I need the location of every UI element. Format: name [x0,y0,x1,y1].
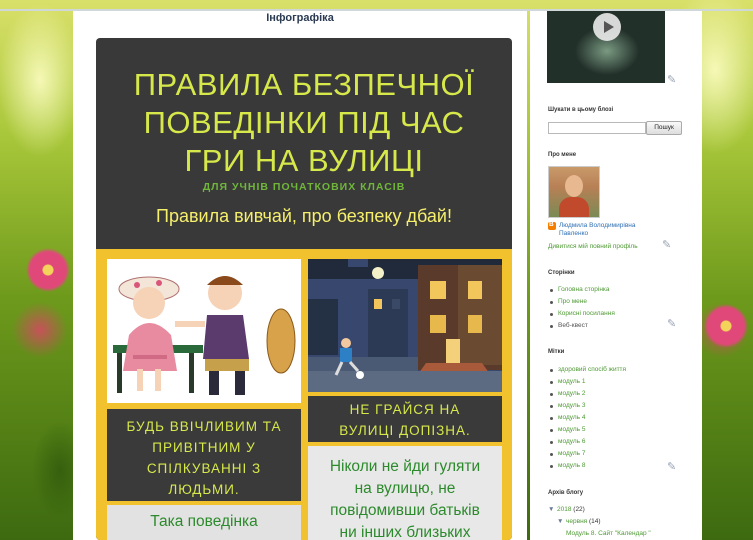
flower-decoration [18,240,78,300]
infographic: ПРАВИЛА БЕЗПЕЧНОЇ ПОВЕДІНКИ ПІД ЧАС ГРИ … [96,38,512,540]
search-input[interactable] [548,122,646,134]
play-icon[interactable] [593,13,621,41]
rule-line: ЛЮДЬМИ. [168,482,240,497]
page-link[interactable]: Про мене [548,296,615,308]
profile-name-link-line2[interactable]: Павленко [559,230,588,238]
main-column: Інфографіка ПРАВИЛА БЕЗПЕЧНОЇ ПОВЕДІНКИ … [73,11,527,540]
sidebar: ✎ Шукати в цьому блозі Пошук Про мене Лю… [530,11,702,540]
search-button[interactable]: Пошук [646,121,682,135]
rule-text-line: Ніколи не йди гуляти [329,458,481,475]
archive-month-count: (14) [589,518,601,525]
pages-list: Головна сторінка Про мене Корисні посила… [548,284,615,332]
blogger-icon [548,221,556,230]
rule-1-text: Така поведінка [150,513,258,530]
headline-line: ПОВЕДІНКИ ПІД ЧАС [143,105,465,140]
flower-decoration [700,300,752,352]
archive-month[interactable]: червня (14) [566,518,601,526]
video-thumbnail[interactable] [547,11,665,83]
rule-text-line: повідомивши батьків [330,502,480,519]
infographic-headline: ПРАВИЛА БЕЗПЕЧНОЇ ПОВЕДІНКИ ПІД ЧАС ГРИ … [96,66,512,180]
archive-month-link[interactable]: червня [566,518,587,525]
label-link[interactable]: здоровий спосіб життя [548,364,626,376]
labels-list: здоровий спосіб життя модуль 1 модуль 2 … [548,364,626,472]
rule-1-heading: БУДЬ ВВІЧЛИВИМ ТА ПРИВІТНИМ У СПІЛКУВАНН… [107,416,301,500]
label-link[interactable]: модуль 7 [548,448,626,460]
headline-line: ГРИ НА ВУЛИЦІ [184,143,424,178]
search-widget-title: Шукати в цьому блозі [548,107,614,113]
page-title: Інфографіка [266,12,334,24]
archive-year-link[interactable]: 2018 [557,506,571,513]
archive-post-link[interactable]: Модуль 8. Сайт "Календар " [566,530,651,538]
rule-text-line: на вулицю, не [354,480,456,497]
label-link[interactable]: модуль 3 [548,400,626,412]
profile-name-link[interactable]: Людмила Володимирівна [559,222,636,230]
night-street-illustration [308,259,502,392]
rule-2-text-box: Ніколи не йди гуляти на вулицю, не повід… [308,446,502,540]
rule-1-text-box: Така поведінка [107,505,301,540]
page-link[interactable]: Головна сторінка [548,284,615,296]
label-link[interactable]: модуль 6 [548,436,626,448]
rule-1-box: БУДЬ ВВІЧЛИВИМ ТА ПРИВІТНИМ У СПІЛКУВАНН… [107,409,301,501]
archive-month-toggle-icon[interactable]: ▼ [557,518,563,526]
page-link[interactable]: Веб-квест [548,320,615,332]
rules-panel: БУДЬ ВВІЧЛИВИМ ТА ПРИВІТНИМ У СПІЛКУВАНН… [96,249,512,540]
rule-2-heading: НЕ ГРАЙСЯ НА ВУЛИЦІ ДОПІЗНА. [308,399,502,441]
edit-widget-icon[interactable]: ✎ [667,460,676,473]
rule-line: БУДЬ ВВІЧЛИВИМ ТА [126,419,282,434]
label-link[interactable]: модуль 1 [548,376,626,388]
page-link[interactable]: Корисні посилання [548,308,615,320]
infographic-motto: Правила вивчай, про безпеку дбай! [156,206,452,226]
infographic-subtitle: ДЛЯ УЧНІВ ПОЧАТКОВИХ КЛАСІВ [202,181,406,193]
archive-year[interactable]: 2018 (22) [557,506,585,514]
rule-2-text: Ніколи не йди гуляти на вулицю, не повід… [314,456,496,540]
about-widget-title: Про мене [548,152,577,158]
label-link[interactable]: модуль 2 [548,388,626,400]
edit-widget-icon[interactable]: ✎ [662,238,671,251]
labels-widget-title: Мітки [548,349,565,355]
archive-year-count: (22) [573,506,585,513]
rule-line: ПРИВІТНИМ У [152,440,256,455]
headline-line: ПРАВИЛА БЕЗПЕЧНОЇ [133,67,475,102]
pages-widget-title: Сторінки [548,270,575,276]
rule-line: СПІЛКУВАННІ З [146,461,262,476]
children-illustration [107,259,301,403]
label-link[interactable]: модуль 8 [548,460,626,472]
rule-line: ВУЛИЦІ ДОПІЗНА. [339,423,471,438]
label-link[interactable]: модуль 4 [548,412,626,424]
edit-widget-icon[interactable]: ✎ [667,317,676,330]
edit-widget-icon[interactable]: ✎ [667,73,676,86]
rule-text-line: ни інших близьких [339,524,471,540]
rule-2-box: НЕ ГРАЙСЯ НА ВУЛИЦІ ДОПІЗНА. [308,396,502,442]
archive-widget-title: Архів блогу [548,490,584,496]
rule-line: НЕ ГРАЙСЯ НА [349,402,461,417]
profile-photo[interactable] [548,166,600,218]
label-link[interactable]: модуль 5 [548,424,626,436]
full-profile-link[interactable]: Дивитися мій повний профіль [548,243,638,251]
archive-year-toggle-icon[interactable]: ▼ [548,506,554,514]
